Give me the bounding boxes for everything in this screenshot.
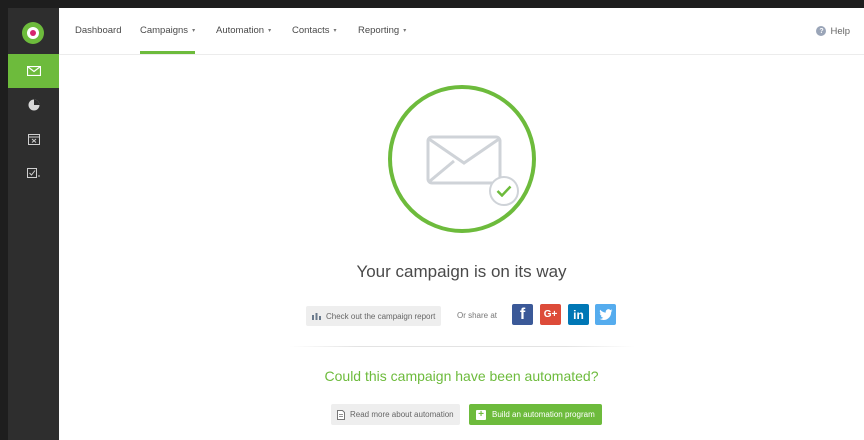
twitter-share-button[interactable] <box>595 304 616 325</box>
help-link[interactable]: ? Help <box>816 8 850 54</box>
nav-contacts[interactable]: Contacts ▾ <box>292 8 337 54</box>
check-icon <box>489 176 519 206</box>
automation-question: Could this campaign have been automated? <box>324 368 599 384</box>
section-divider <box>289 346 635 347</box>
linkedin-share-button[interactable]: in <box>568 304 589 325</box>
sidebar-item-reports[interactable] <box>8 88 59 122</box>
main-content: Your campaign is on its way Check out th… <box>59 55 864 440</box>
help-label: Help <box>830 25 850 37</box>
google-plus-icon: G+ <box>543 309 558 320</box>
sidebar <box>8 8 59 440</box>
campaign-report-button[interactable]: Check out the campaign report <box>306 306 442 326</box>
twitter-icon <box>598 308 612 320</box>
build-automation-label: Build an automation program <box>492 410 595 419</box>
read-automation-label: Read more about automation <box>350 410 454 419</box>
nav-label: Contacts <box>292 25 330 36</box>
nav-label: Dashboard <box>75 25 122 36</box>
chevron-down-icon: ▾ <box>268 28 272 34</box>
build-automation-button[interactable]: + Build an automation program <box>469 404 602 425</box>
chevron-down-icon: ▾ <box>192 28 196 34</box>
nav-label: Campaigns <box>140 25 189 36</box>
sidebar-item-lists[interactable] <box>8 156 59 190</box>
success-illustration <box>388 85 536 233</box>
nav-dashboard[interactable]: Dashboard <box>75 8 121 54</box>
nav-reporting[interactable]: Reporting ▾ <box>358 8 406 54</box>
help-icon: ? <box>816 26 827 36</box>
pie-chart-icon <box>28 99 39 111</box>
top-navigation: Dashboard Campaigns ▾ Automation ▾ Contact… <box>59 8 864 55</box>
logo-icon[interactable] <box>22 22 44 44</box>
nav-label: Automation <box>216 25 265 36</box>
envelope-icon <box>426 135 502 185</box>
list-check-icon <box>26 168 40 178</box>
campaign-report-label: Check out the campaign report <box>326 311 436 321</box>
document-icon <box>337 409 345 420</box>
page-title: Your campaign is on its way <box>356 262 567 281</box>
nav-automation[interactable]: Automation ▾ <box>216 8 271 54</box>
share-label: Or share at <box>457 311 498 320</box>
calendar-icon <box>27 134 40 145</box>
chevron-down-icon: ▾ <box>403 28 407 34</box>
linkedin-icon: in <box>573 307 584 322</box>
google-plus-share-button[interactable]: G+ <box>540 304 561 325</box>
chevron-down-icon: ▾ <box>333 28 337 34</box>
window-frame-left <box>0 0 8 440</box>
bar-chart-icon <box>312 313 321 320</box>
sidebar-item-calendar[interactable] <box>8 122 59 156</box>
nav-label: Reporting <box>358 25 400 36</box>
window-frame-top <box>0 0 864 8</box>
plus-icon: + <box>476 409 486 420</box>
facebook-share-button[interactable]: f <box>512 304 533 325</box>
read-automation-button[interactable]: Read more about automation <box>331 404 460 425</box>
facebook-icon: f <box>519 305 526 323</box>
nav-campaigns[interactable]: Campaigns ▾ <box>140 8 196 54</box>
sidebar-item-campaigns[interactable] <box>8 54 59 88</box>
envelope-icon <box>26 66 41 76</box>
